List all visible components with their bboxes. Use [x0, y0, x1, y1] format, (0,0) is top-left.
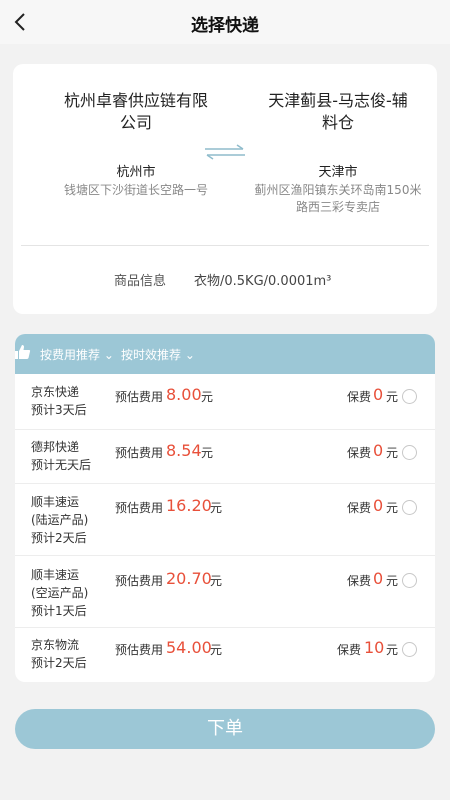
- sort-by-time[interactable]: 按时效推荐 ⌄: [121, 346, 195, 363]
- receiver-city: 天津市: [318, 165, 358, 180]
- sort-by-fee[interactable]: 按费用推荐 ⌄: [40, 346, 114, 363]
- carrier-name: 京东快递: [31, 385, 80, 399]
- estimate-label: 预估费用: [115, 643, 164, 657]
- sort-by-fee-label: 按费用推荐: [40, 348, 101, 362]
- carrier-name: 顺丰速运: [31, 495, 80, 509]
- divider: [21, 245, 429, 246]
- goods-info-value: 衣物/0.5KG/0.0001m³: [194, 274, 332, 289]
- estimate-fee: 20.70: [166, 569, 212, 588]
- sender-name: 杭州卓睿供应链有限公司: [63, 91, 208, 132]
- insurance-fee: 0: [373, 441, 384, 460]
- top-bar: 选择快递: [0, 0, 450, 44]
- receiver-name: 天津蓟县-马志俊-辅料仓: [268, 91, 408, 132]
- carrier-eta: 预计2天后: [31, 656, 87, 670]
- chevron-down-icon: ⌄: [100, 348, 114, 362]
- carrier-info: 顺丰速运 (空运产品) 预计1天后: [31, 566, 111, 620]
- carrier-name: 顺丰速运: [31, 568, 80, 582]
- insurance-label: 保费: [337, 643, 362, 657]
- fee-unit: 元: [201, 446, 214, 460]
- carrier-info: 顺丰速运 (陆运产品) 预计2天后: [31, 493, 111, 547]
- estimate-label: 预估费用: [115, 574, 164, 588]
- insurance-label: 保费: [347, 501, 372, 515]
- thumbs-up-icon: [15, 345, 31, 359]
- estimate-fee: 8.00: [166, 385, 202, 404]
- carrier-info: 京东快递 预计3天后: [31, 383, 111, 419]
- insurance-unit: 元: [386, 574, 399, 588]
- insurance-label: 保费: [347, 446, 372, 460]
- estimate-fee: 8.54: [166, 441, 202, 460]
- insurance-fee: 0: [373, 496, 384, 515]
- estimate-fee: 54.00: [166, 638, 212, 657]
- courier-option[interactable]: 德邦快递 预计无天后 预估费用 8.54 元 保费 0 元: [15, 430, 435, 484]
- route-card: 杭州卓睿供应链有限公司 天津蓟县-马志俊-辅料仓 杭州市 天津市 钱塘区下沙街道…: [13, 64, 437, 314]
- carrier-name: 京东物流: [31, 638, 80, 652]
- courier-list-card: 按费用推荐 ⌄ 按时效推荐 ⌄ 京东快递 预计3天后 预估费用 8.00 元 保…: [15, 334, 435, 682]
- insurance-label: 保费: [347, 390, 372, 404]
- sort-by-time-label: 按时效推荐: [121, 348, 182, 362]
- fee-unit: 元: [210, 501, 223, 515]
- receiver-address: 蓟州区渔阳镇东关环岛南150米路西三彩专卖店: [254, 183, 422, 214]
- carrier-info: 德邦快递 预计无天后: [31, 438, 111, 474]
- carrier-eta: 预计2天后: [31, 531, 87, 545]
- insurance-label: 保费: [347, 574, 372, 588]
- courier-option[interactable]: 京东物流 预计2天后 预估费用 54.00 元 保费 10 元: [15, 628, 435, 682]
- carrier-detail: (空运产品): [31, 586, 89, 600]
- insurance-unit: 元: [386, 501, 399, 515]
- carrier-name: 德邦快递: [31, 440, 80, 454]
- sender-city: 杭州市: [116, 165, 156, 180]
- carrier-info: 京东物流 预计2天后: [31, 636, 111, 672]
- select-radio[interactable]: [402, 500, 417, 515]
- carrier-eta: 预计3天后: [31, 403, 87, 417]
- select-radio[interactable]: [402, 445, 417, 460]
- courier-option[interactable]: 顺丰速运 (陆运产品) 预计2天后 预估费用 16.20 元 保费 0 元: [15, 484, 435, 556]
- select-radio[interactable]: [402, 573, 417, 588]
- chevron-down-icon: ⌄: [181, 348, 195, 362]
- sender-address: 钱塘区下沙街道长空路一号: [63, 183, 208, 197]
- courier-option[interactable]: 京东快递 预计3天后 预估费用 8.00 元 保费 0 元: [15, 374, 435, 430]
- carrier-eta: 预计1天后: [31, 604, 87, 618]
- estimate-fee: 16.20: [166, 496, 212, 515]
- insurance-unit: 元: [386, 390, 399, 404]
- estimate-label: 预估费用: [115, 390, 164, 404]
- goods-info-label: 商品信息: [114, 274, 167, 289]
- insurance-unit: 元: [386, 643, 399, 657]
- estimate-label: 预估费用: [115, 446, 164, 460]
- estimate-label: 预估费用: [115, 501, 164, 515]
- page-title: 选择快递: [191, 16, 259, 36]
- insurance-unit: 元: [386, 446, 399, 460]
- carrier-eta: 预计无天后: [31, 458, 92, 472]
- place-order-button[interactable]: 下单: [15, 709, 435, 749]
- courier-option[interactable]: 顺丰速运 (空运产品) 预计1天后 预估费用 20.70 元 保费 0 元: [15, 556, 435, 628]
- carrier-detail: (陆运产品): [31, 513, 89, 527]
- select-radio[interactable]: [402, 389, 417, 404]
- insurance-fee: 0: [373, 569, 384, 588]
- swap-arrows-icon: [205, 144, 245, 160]
- select-radio[interactable]: [402, 642, 417, 657]
- insurance-fee: 0: [373, 385, 384, 404]
- fee-unit: 元: [210, 574, 223, 588]
- insurance-fee: 10: [364, 638, 385, 657]
- fee-unit: 元: [201, 390, 214, 404]
- fee-unit: 元: [210, 643, 223, 657]
- sort-bar: 按费用推荐 ⌄ 按时效推荐 ⌄: [15, 334, 435, 374]
